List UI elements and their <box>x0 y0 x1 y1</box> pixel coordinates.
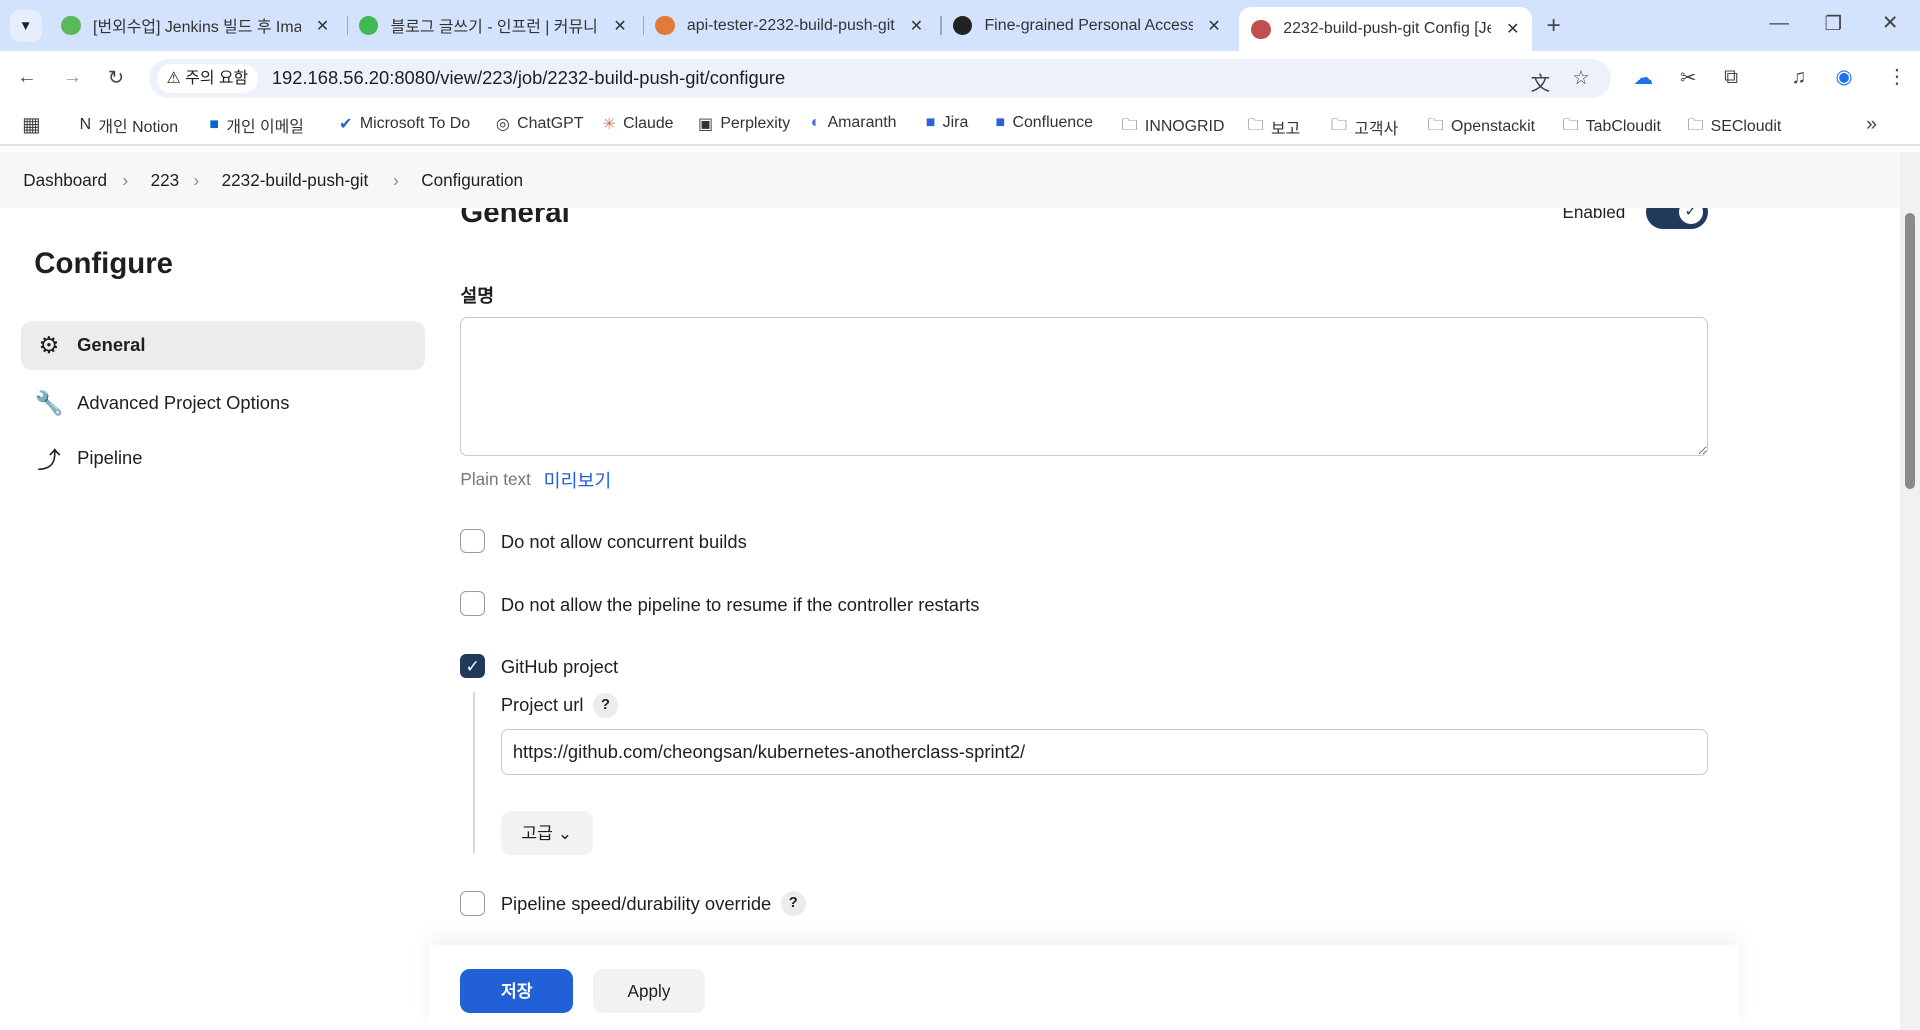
tab-favicon-icon <box>358 15 379 36</box>
new-tab-icon[interactable]: + <box>1547 12 1561 40</box>
tab-title: api-tester-2232-build-push-git <box>686 16 895 34</box>
minimize-icon[interactable]: — <box>1769 12 1789 35</box>
puzzle-icon[interactable]: ⧉ <box>1724 66 1738 89</box>
github-icon <box>952 15 973 36</box>
close-window-icon[interactable]: ✕ <box>1882 11 1898 35</box>
tab-title: 블로그 글쓰기 - 인프런 | 커뮤니 <box>390 19 598 37</box>
close-icon[interactable]: ✕ <box>316 16 329 36</box>
bookmark[interactable]: ✳ Claude <box>602 114 673 134</box>
tab-search-button[interactable]: ▼ <box>9 9 42 42</box>
tab-title: [번외수업] Jenkins 빌드 후 Ima <box>93 19 302 37</box>
bookmarks-bar: ▦ N 개인 Notion ■ 개인 이메일 ✔ Microsoft To Do ◎ C… <box>0 107 1920 143</box>
bookmark-folder[interactable]: 🗀 SECloudit <box>1687 114 1781 141</box>
tab-bar: ▼ [번외수업] Jenkins 빌드 후 Ima ✕ 블로그 글쓰기 - 인프런… <box>0 0 1920 52</box>
close-icon[interactable]: ✕ <box>613 16 626 36</box>
browser-toolbar: ← → ↻ ⚠ 주의 요함 192.168.56.20:8080/view/22… <box>0 51 1920 108</box>
restore-icon[interactable]: ❐ <box>1825 12 1843 36</box>
extension-icon[interactable]: ✂ <box>1680 66 1696 90</box>
apps-icon[interactable]: ▦ <box>22 113 41 137</box>
security-label: 주의 요함 <box>185 69 249 87</box>
profile-icon[interactable]: ◉ <box>1836 65 1853 89</box>
tab-1[interactable]: [번외수업] Jenkins 빌드 후 Ima ✕ <box>61 10 329 42</box>
project-url-label: Project url <box>500 694 584 716</box>
concurrent-builds-label[interactable]: Do not allow concurrent builds <box>501 531 747 553</box>
close-icon[interactable]: ✕ <box>910 16 923 36</box>
durability-override-label[interactable]: Pipeline speed/durability override <box>501 893 771 915</box>
breadcrumb-configuration: Configuration <box>421 170 524 191</box>
scrollbar[interactable] <box>1900 151 1920 1030</box>
media-icon[interactable]: ♫ <box>1791 66 1806 89</box>
bookmark-folder[interactable]: 🗀 고객사 <box>1331 114 1398 141</box>
tab-5-active[interactable]: 2232-build-push-git Config [Je ✕ <box>1239 7 1532 52</box>
translate-icon[interactable]: 文 <box>1531 67 1551 96</box>
address-bar[interactable]: ⚠ 주의 요함 192.168.56.20:8080/view/223/job/… <box>149 58 1612 98</box>
breadcrumb-dashboard[interactable]: Dashboard <box>23 170 107 191</box>
durability-help-icon[interactable]: ? <box>781 891 806 916</box>
tab-3[interactable]: api-tester-2232-build-push-git ✕ <box>655 10 923 42</box>
description-textarea[interactable] <box>460 317 1709 456</box>
url-text[interactable]: 192.168.56.20:8080/view/223/job/2232-bui… <box>272 67 785 89</box>
durability-override-checkbox[interactable] <box>460 891 485 916</box>
gear-icon: ⚙ <box>38 331 60 358</box>
apply-button[interactable]: Apply <box>592 968 706 1013</box>
concurrent-builds-checkbox[interactable] <box>460 528 485 554</box>
sidebar-title: Configure <box>34 247 173 281</box>
scrollbar-thumb[interactable] <box>1905 213 1916 489</box>
github-project-checkbox[interactable]: ✓ <box>460 653 485 679</box>
jenkins-icon <box>1251 19 1271 40</box>
bookmark[interactable]: N 개인 Notion <box>80 114 179 137</box>
save-button[interactable]: 저장 <box>460 968 574 1013</box>
sidebar-item-advanced-project-options[interactable]: 🔧 Advanced Project Options <box>21 378 425 427</box>
bookmark[interactable]: ◐ Amaranth <box>811 114 897 132</box>
project-url-help-icon[interactable]: ? <box>593 693 618 718</box>
description-label: 설명 <box>460 284 495 306</box>
more-bookmarks-icon[interactable]: » <box>1866 113 1877 136</box>
tab-4[interactable]: Fine-grained Personal Access T ✕ <box>952 10 1221 42</box>
project-url-input[interactable] <box>500 728 1709 776</box>
menu-icon[interactable]: ⋮ <box>1887 65 1907 89</box>
close-icon[interactable]: ✕ <box>1207 16 1220 36</box>
close-icon[interactable]: ✕ <box>1506 19 1519 39</box>
tab-title: Fine-grained Personal Access T <box>984 16 1193 34</box>
bookmark-folder[interactable]: 🗀 보고 <box>1248 114 1301 141</box>
sidebar-item-general[interactable]: ⚙ General <box>20 320 425 370</box>
tab-favicon-icon <box>61 15 81 36</box>
bookmark-folder[interactable]: 🗀 INNOGRID <box>1122 114 1225 141</box>
bookmark-folder[interactable]: 🗀 TabCloudit <box>1562 114 1660 141</box>
breadcrumb-view[interactable]: 223 <box>151 170 180 191</box>
tab-2[interactable]: 블로그 글쓰기 - 인프런 | 커뮤니 ✕ <box>358 10 627 42</box>
pipeline-resume-label[interactable]: Do not allow the pipeline to resume if t… <box>501 594 980 616</box>
bookmark[interactable]: ◎ ChatGPT <box>496 114 584 134</box>
github-project-label[interactable]: GitHub project <box>501 656 618 678</box>
bookmark[interactable]: ▣ Perplexity <box>698 114 790 134</box>
advanced-button[interactable]: 고급 ⌄ <box>500 810 593 855</box>
cloud-extension-icon[interactable]: ☁ <box>1633 66 1653 90</box>
reload-icon[interactable]: ↻ <box>108 66 124 90</box>
pipeline-resume-checkbox[interactable] <box>460 591 485 616</box>
sidebar-item-pipeline[interactable]: ⤴ Pipeline <box>21 433 425 482</box>
breadcrumb-job[interactable]: 2232-build-push-git <box>222 170 369 191</box>
security-chip[interactable]: ⚠ 주의 요함 <box>156 63 258 94</box>
bookmark[interactable]: ✔ Microsoft To Do <box>339 114 470 134</box>
nested-section-line <box>472 691 476 854</box>
wrench-icon: 🔧 <box>34 389 64 416</box>
breadcrumb-overlay: Dashboard › 223 › 2232-build-push-git › … <box>23 170 524 191</box>
tab-favicon-icon <box>655 15 675 36</box>
bookmark[interactable]: ■ 개인 이메일 <box>209 114 304 137</box>
pipeline-icon: ⤴ <box>37 446 61 473</box>
forward-icon[interactable]: → <box>62 66 82 89</box>
plain-text-label: Plain text <box>460 468 531 489</box>
chevron-down-icon: ⌄ <box>557 822 573 843</box>
preview-link[interactable]: 미리보기 <box>544 467 612 493</box>
bookmark[interactable]: ■ Confluence <box>996 114 1093 132</box>
tab-title: 2232-build-push-git Config [Je <box>1283 20 1492 38</box>
back-icon[interactable]: ← <box>17 66 37 89</box>
bookmark[interactable]: ■ Jira <box>926 114 969 132</box>
star-icon[interactable]: ☆ <box>1572 66 1590 90</box>
bookmark-folder[interactable]: 🗀 Openstackit <box>1428 114 1535 141</box>
